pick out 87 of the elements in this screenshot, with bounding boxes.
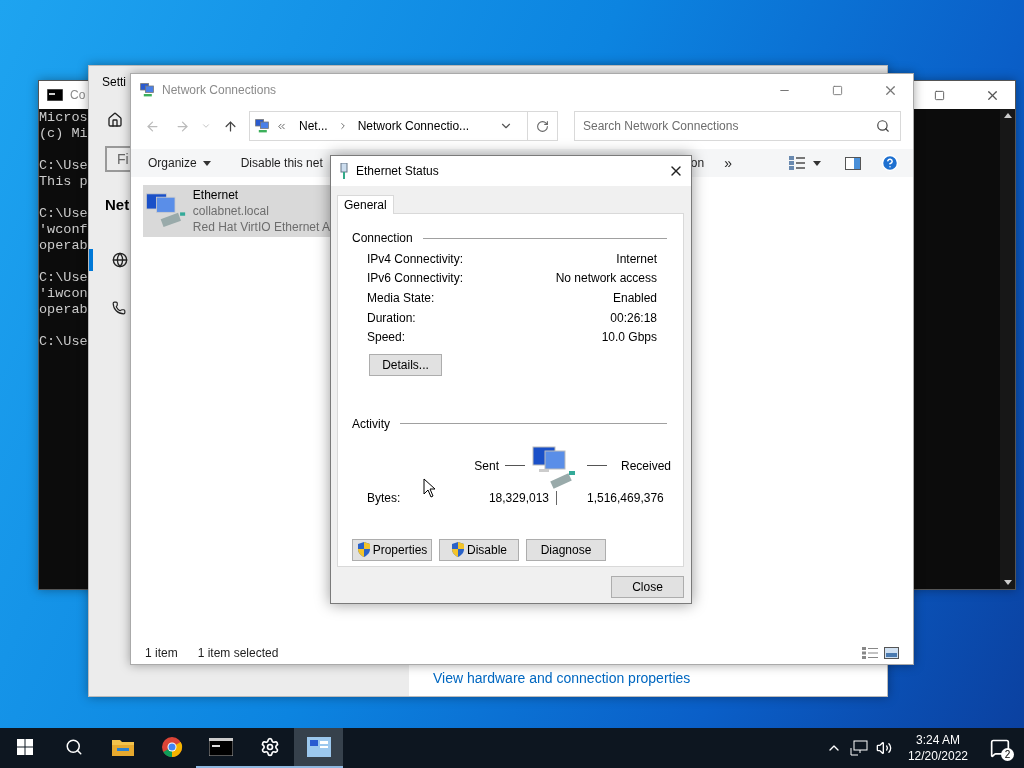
window-title: Network Connections — [162, 83, 277, 97]
connection-adapter: Red Hat VirtIO Ethernet A — [192, 219, 330, 235]
terminal-icon — [47, 89, 63, 101]
section-heading: Net — [105, 196, 130, 213]
network-monitor-icon[interactable] — [849, 740, 868, 756]
folder-icon[interactable] — [110, 737, 135, 757]
search-icon[interactable] — [876, 119, 890, 133]
large-icons-view-icon[interactable] — [884, 647, 899, 659]
action-button[interactable]: Diagnose — [526, 538, 606, 561]
preview-pane-icon[interactable] — [845, 156, 861, 170]
group-label: Activity — [352, 416, 390, 431]
globe-icon[interactable] — [112, 252, 128, 268]
caret-icon[interactable] — [202, 160, 211, 166]
settings-icon[interactable] — [259, 737, 280, 757]
network-connections-icon — [254, 118, 270, 134]
caret-icon[interactable] — [813, 160, 821, 166]
console-text: 'iwcon — [39, 286, 88, 302]
maximize-icon[interactable] — [831, 84, 843, 96]
sent-label: Sent — [474, 458, 499, 473]
details-view-icon[interactable] — [862, 647, 878, 659]
refresh-icon[interactable] — [536, 119, 549, 133]
console-text: C:\Use — [39, 334, 88, 350]
console-text: C:\Use — [39, 270, 88, 286]
group-label: Connection — [352, 231, 413, 245]
address-bar[interactable]: Net... Network Connectio... — [249, 111, 558, 141]
received-label: Received — [621, 458, 672, 473]
search-field[interactable]: Search Network Connections — [574, 111, 901, 141]
clock[interactable]: 3:24 AM 12/20/2022 — [907, 732, 968, 764]
volume-icon[interactable] — [875, 740, 892, 756]
action-button[interactable]: Disable — [439, 538, 519, 561]
field-value: Internet — [616, 251, 657, 266]
notification-badge: 2 — [1001, 748, 1014, 761]
action-button[interactable]: Properties — [352, 538, 432, 561]
field-label: Speed: — [367, 330, 406, 345]
help-icon[interactable] — [881, 154, 899, 172]
terminal-icon[interactable] — [208, 738, 233, 756]
field-label: IPv4 Connectivity: — [367, 251, 464, 266]
scroll-up-icon[interactable] — [1003, 113, 1012, 118]
organize-menu[interactable]: Organize — [148, 156, 197, 170]
console-text: Micros — [39, 110, 88, 126]
bytes-sent: 18,329,013 — [488, 490, 549, 505]
status-text: 1 item selected — [197, 646, 279, 660]
console-text: C:\Use — [39, 206, 88, 222]
status-text: 1 item — [145, 646, 178, 660]
more-commands-button[interactable]: » — [724, 155, 732, 171]
field-value: 00:26:18 — [610, 310, 657, 325]
field-label: Bytes: — [367, 490, 402, 505]
connection-item[interactable]: Ethernet collabnet.local Red Hat VirtIO Ethernet A — [143, 185, 330, 237]
connection-name: Ethernet — [192, 187, 239, 203]
connection-domain: collabnet.local — [192, 203, 269, 219]
field-label: Media State: — [367, 291, 435, 305]
link[interactable]: View hardware and connection properties — [433, 670, 691, 686]
window-title: Setti — [102, 75, 126, 89]
window-title: Co — [70, 88, 86, 102]
network-connections-icon[interactable] — [306, 737, 331, 757]
network-connections-icon — [139, 82, 155, 98]
bytes-received: 1,516,469,376 — [587, 490, 664, 505]
mouse-pointer-icon — [423, 478, 437, 498]
field-value: No network access — [555, 271, 657, 286]
field-value: Enabled — [612, 291, 657, 305]
home-icon[interactable] — [107, 112, 123, 128]
console-text: operab — [39, 302, 88, 318]
notifications-icon[interactable] — [990, 738, 1010, 758]
console-text: 'wconf — [39, 222, 88, 238]
close-button[interactable]: Close — [611, 576, 684, 598]
breadcrumb[interactable]: Network Connectio... — [357, 119, 470, 133]
field-label: IPv6 Connectivity: — [367, 271, 464, 286]
console-text: (c) Mi — [39, 126, 88, 142]
windows-start-icon[interactable] — [16, 739, 33, 755]
view-options-icon[interactable] — [789, 156, 805, 170]
toolbar-command[interactable]: Disable this net — [240, 156, 323, 170]
breadcrumb[interactable]: Net... — [299, 119, 328, 133]
scroll-down-icon[interactable] — [1003, 580, 1012, 585]
console-text: operab — [39, 238, 88, 254]
phone-icon[interactable] — [112, 301, 126, 315]
up-icon[interactable] — [222, 118, 238, 134]
field-label: Duration: — [367, 310, 416, 325]
console-text: C:\Use — [39, 158, 88, 174]
network-cable-icon — [339, 163, 349, 179]
browser-icon[interactable] — [160, 736, 183, 758]
search-icon[interactable] — [64, 738, 83, 756]
field-value: 10.0 Gbps — [601, 330, 657, 345]
console-text: This p — [39, 174, 88, 190]
details-button[interactable]: Details... — [369, 353, 442, 376]
dialog-title: Ethernet Status — [356, 164, 439, 178]
tab[interactable]: General — [337, 195, 394, 214]
maximize-icon[interactable] — [933, 89, 945, 101]
